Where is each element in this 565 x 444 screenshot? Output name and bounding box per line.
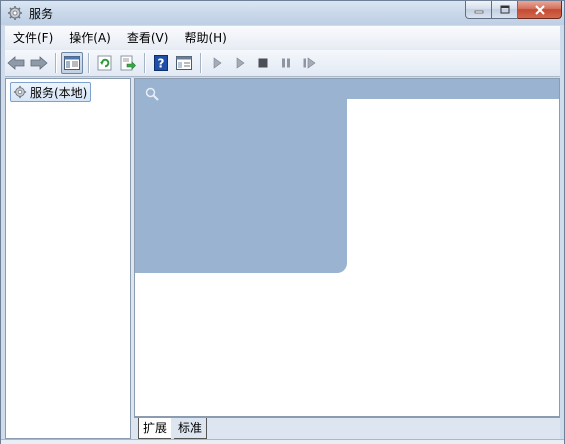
menu-view[interactable]: 查看(V) <box>119 28 177 48</box>
forward-arrow-icon <box>30 56 48 70</box>
help-button[interactable]: ? <box>150 52 172 74</box>
toolbar-separator <box>200 53 202 73</box>
properties-icon <box>176 56 192 70</box>
svg-text:?: ? <box>158 57 165 71</box>
show-hide-console-tree-icon <box>64 56 80 70</box>
minimize-button[interactable] <box>465 1 492 19</box>
close-icon <box>534 4 545 15</box>
properties-button[interactable] <box>173 52 195 74</box>
caption-buttons <box>465 1 562 20</box>
refresh-button[interactable] <box>94 52 116 74</box>
status-bar <box>1 439 564 444</box>
toolbar-separator <box>144 53 146 73</box>
tab-extended[interactable]: 扩展 <box>138 418 172 439</box>
content-area: 服务(本地) 扩展 标准 <box>5 78 560 440</box>
search-icon <box>145 87 159 101</box>
details-header <box>135 79 559 99</box>
export-list-button[interactable] <box>117 52 139 74</box>
start-service-alt-button[interactable] <box>229 52 251 74</box>
start-service-button[interactable] <box>206 52 228 74</box>
toolbar-separator <box>55 53 57 73</box>
back-arrow-icon <box>7 56 25 70</box>
toolbar-separator <box>88 53 90 73</box>
menu-bar: 文件(F) 操作(A) 查看(V) 帮助(H) <box>5 26 560 50</box>
gear-icon <box>8 6 22 20</box>
menu-action[interactable]: 操作(A) <box>61 28 119 48</box>
view-tabs: 扩展 标准 <box>134 417 560 440</box>
services-window: 服务 文件(F) 操作(A) 查看(V) 帮助(H) ? 服务(本地) 扩展 标… <box>0 0 565 444</box>
window-title: 服务 <box>29 7 54 21</box>
forward-button[interactable] <box>28 52 50 74</box>
resume-service-button[interactable] <box>298 52 320 74</box>
title-bar[interactable]: 服务 <box>1 1 564 25</box>
back-button[interactable] <box>5 52 27 74</box>
refresh-icon <box>97 55 112 71</box>
tree-node-services-local[interactable]: 服务(本地) <box>10 82 92 102</box>
export-list-icon <box>120 55 136 71</box>
toolbar: ? <box>5 50 560 77</box>
services-details-pane[interactable] <box>134 78 560 417</box>
tree-node-label: 服务(本地) <box>30 85 88 100</box>
minimize-icon <box>474 10 483 13</box>
stop-service-icon <box>258 58 268 68</box>
resume-service-icon <box>303 57 316 69</box>
console-tree[interactable]: 服务(本地) <box>5 78 131 439</box>
menu-help[interactable]: 帮助(H) <box>176 28 234 48</box>
help-icon: ? <box>154 55 168 71</box>
start-service-icon <box>213 57 222 69</box>
pause-service-button[interactable] <box>275 52 297 74</box>
gear-icon <box>13 85 27 99</box>
show-hide-console-tree-button[interactable] <box>61 52 83 74</box>
extended-info-panel <box>135 99 347 273</box>
tab-standard[interactable]: 标准 <box>174 418 208 439</box>
menu-file[interactable]: 文件(F) <box>5 28 61 48</box>
pause-service-icon <box>282 58 290 68</box>
start-service-alt-icon <box>236 57 245 69</box>
maximize-button[interactable] <box>492 1 518 19</box>
close-button[interactable] <box>518 1 562 19</box>
maximize-icon <box>500 5 509 14</box>
stop-service-button[interactable] <box>252 52 274 74</box>
